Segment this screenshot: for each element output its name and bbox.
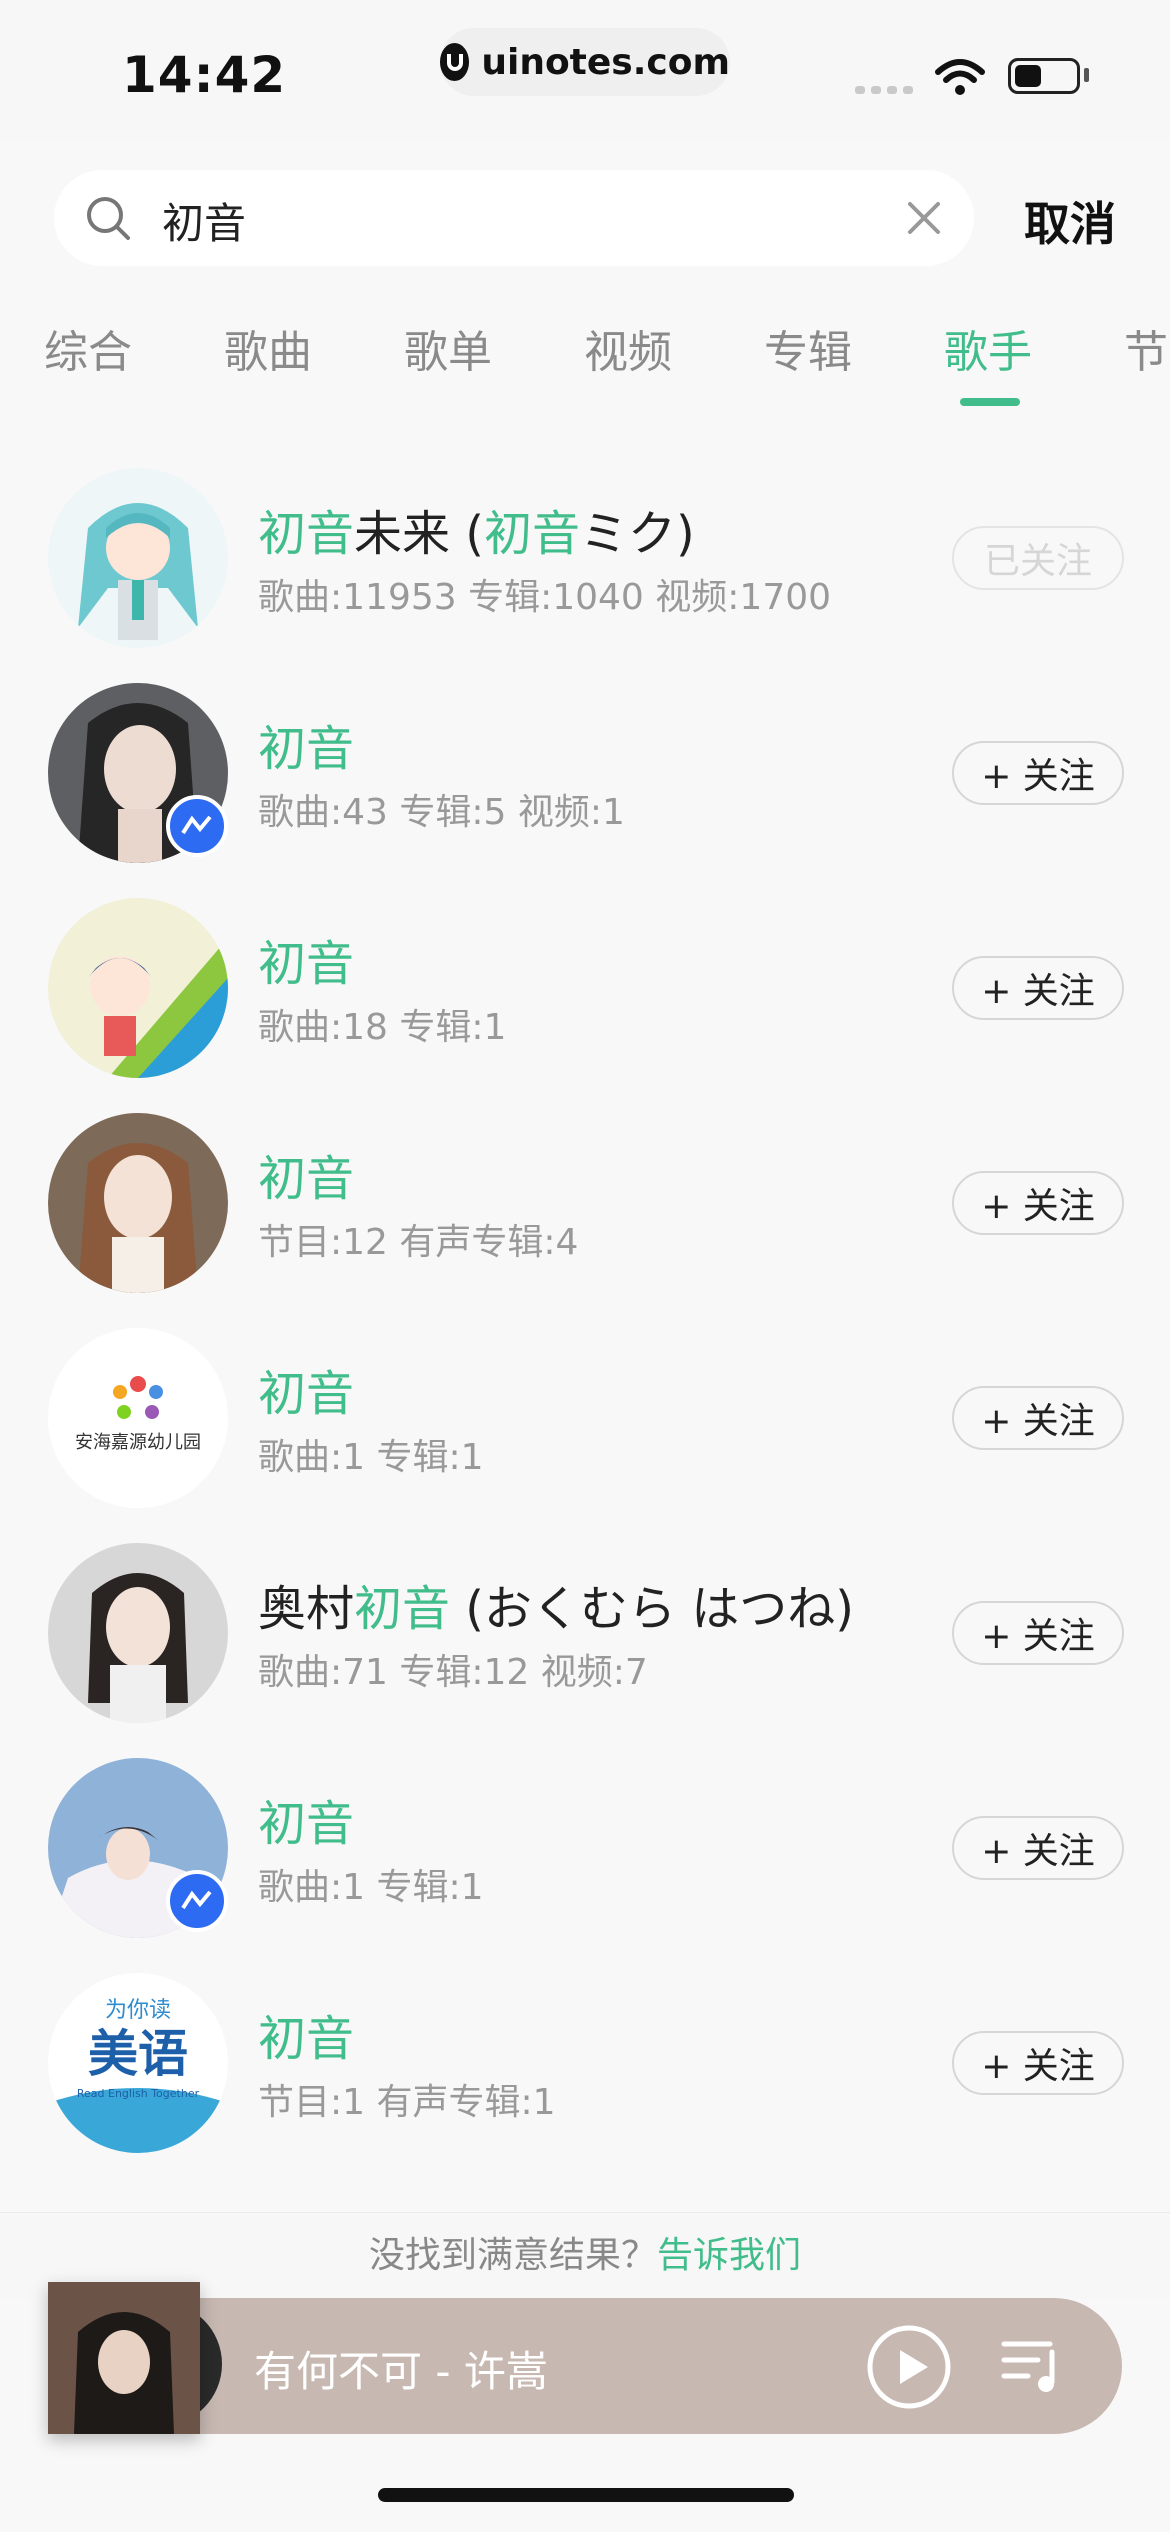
avatar <box>48 468 228 648</box>
artist-list: 初音未来 (初音ミク) 歌曲:11953 专辑:1040 视频:1700 已关注… <box>0 430 1170 2153</box>
avatar <box>48 1113 228 1293</box>
battery-tip <box>1084 68 1089 82</box>
artist-row[interactable]: 奥村初音 (おくむら はつね) 歌曲:71 专辑:12 视频:7 + 关注 <box>0 1505 1170 1723</box>
artist-stats: 歌曲:43 专辑:5 视频:1 <box>258 792 625 833</box>
follow-button[interactable]: + 关注 <box>952 1816 1124 1880</box>
svg-text:美语: 美语 <box>88 2025 188 2083</box>
artist-row[interactable]: 初音 歌曲:1 专辑:1 + 关注 <box>0 1720 1170 1938</box>
album-cover[interactable] <box>48 2282 200 2434</box>
artist-stats: 歌曲:11953 专辑:1040 视频:1700 <box>258 577 832 618</box>
artist-row[interactable]: 初音 歌曲:43 专辑:5 视频:1 + 关注 <box>0 645 1170 863</box>
artist-stats: 歌曲:1 专辑:1 <box>258 1867 484 1908</box>
follow-button[interactable]: + 关注 <box>952 741 1124 805</box>
feedback-text: 没找到满意结果？ <box>368 2235 657 2276</box>
artist-name: 初音 <box>258 1151 355 1207</box>
search-query[interactable]: 初音 <box>162 190 246 251</box>
status-bar: 14:42 uinotes.com <box>0 0 1170 140</box>
avatar <box>48 1543 228 1723</box>
home-indicator[interactable] <box>378 2488 794 2502</box>
artist-row[interactable]: 初音 歌曲:18 专辑:1 + 关注 <box>0 860 1170 1078</box>
artist-name: 初音 <box>258 936 355 992</box>
playlist-icon[interactable] <box>998 2330 1068 2400</box>
verified-badge-icon <box>166 795 228 857</box>
avatar: 安海嘉源幼儿园 <box>48 1328 228 1508</box>
artist-name: 奥村初音 (おくむら はつね) <box>258 1581 855 1637</box>
tab-playlists[interactable]: 歌单 <box>404 316 492 380</box>
artist-row[interactable]: 初音未来 (初音ミク) 歌曲:11953 专辑:1040 视频:1700 已关注 <box>0 430 1170 648</box>
svg-text:为你读: 为你读 <box>105 1998 171 2023</box>
verified-badge-icon <box>166 1870 228 1932</box>
follow-button[interactable]: + 关注 <box>952 956 1124 1020</box>
artist-stats: 歌曲:1 专辑:1 <box>258 1437 484 1478</box>
clear-icon[interactable] <box>902 196 946 240</box>
followed-button[interactable]: 已关注 <box>952 526 1124 590</box>
artist-stats: 节目:1 有声专辑:1 <box>258 2082 556 2123</box>
artist-stats: 歌曲:71 专辑:12 视频:7 <box>258 1652 648 1693</box>
tab-programs[interactable]: 节 <box>1124 316 1168 380</box>
artist-stats: 歌曲:18 专辑:1 <box>258 1007 507 1048</box>
artist-row[interactable]: 安海嘉源幼儿园 初音 歌曲:1 专辑:1 + 关注 <box>0 1290 1170 1508</box>
tab-artists[interactable]: 歌手 <box>944 316 1032 380</box>
battery-icon <box>1008 58 1080 94</box>
site-logo-icon <box>440 43 470 81</box>
tab-videos[interactable]: 视频 <box>584 316 672 380</box>
status-time: 14:42 <box>122 46 287 104</box>
wifi-icon <box>935 59 985 95</box>
avatar <box>48 898 228 1078</box>
artist-row[interactable]: 初音 节目:12 有声专辑:4 + 关注 <box>0 1075 1170 1293</box>
search-icon <box>87 197 130 240</box>
now-playing-title: 有何不可 - 许嵩 <box>254 2347 548 2396</box>
tab-songs[interactable]: 歌曲 <box>224 316 312 380</box>
artist-stats: 节目:12 有声专辑:4 <box>258 1222 579 1263</box>
cellular-signal-icon <box>855 86 913 94</box>
svg-text:Read English Together: Read English Together <box>77 2087 200 2100</box>
active-tab-indicator <box>960 398 1020 406</box>
tab-comprehensive[interactable]: 综合 <box>44 316 132 380</box>
search-input[interactable]: 初音 <box>54 170 974 266</box>
artist-name: 初音 <box>258 721 355 777</box>
category-tabs: 综合 歌曲 歌单 视频 专辑 歌手 节 <box>0 300 1170 410</box>
cancel-button[interactable]: 取消 <box>1024 188 1116 254</box>
follow-button[interactable]: + 关注 <box>952 1601 1124 1665</box>
tab-albums[interactable]: 专辑 <box>764 316 852 380</box>
artist-row[interactable]: 为你读 美语 Read English Together 初音 节目:1 有声专… <box>0 1935 1170 2153</box>
url-text: uinotes.com <box>481 41 730 83</box>
follow-button[interactable]: + 关注 <box>952 1386 1124 1450</box>
play-icon[interactable] <box>866 2324 952 2410</box>
svg-text:安海嘉源幼儿园: 安海嘉源幼儿园 <box>75 1432 201 1453</box>
artist-name: 初音 <box>258 1796 355 1852</box>
avatar: 为你读 美语 Read English Together <box>48 1973 228 2153</box>
follow-button[interactable]: + 关注 <box>952 2031 1124 2095</box>
follow-button[interactable]: + 关注 <box>952 1171 1124 1235</box>
artist-name: 初音 <box>258 2011 355 2067</box>
feedback-link[interactable]: 告诉我们 <box>657 2235 801 2276</box>
artist-name: 初音未来 (初音ミク) <box>258 506 695 562</box>
artist-name: 初音 <box>258 1366 355 1422</box>
url-pill[interactable]: uinotes.com <box>440 28 730 96</box>
